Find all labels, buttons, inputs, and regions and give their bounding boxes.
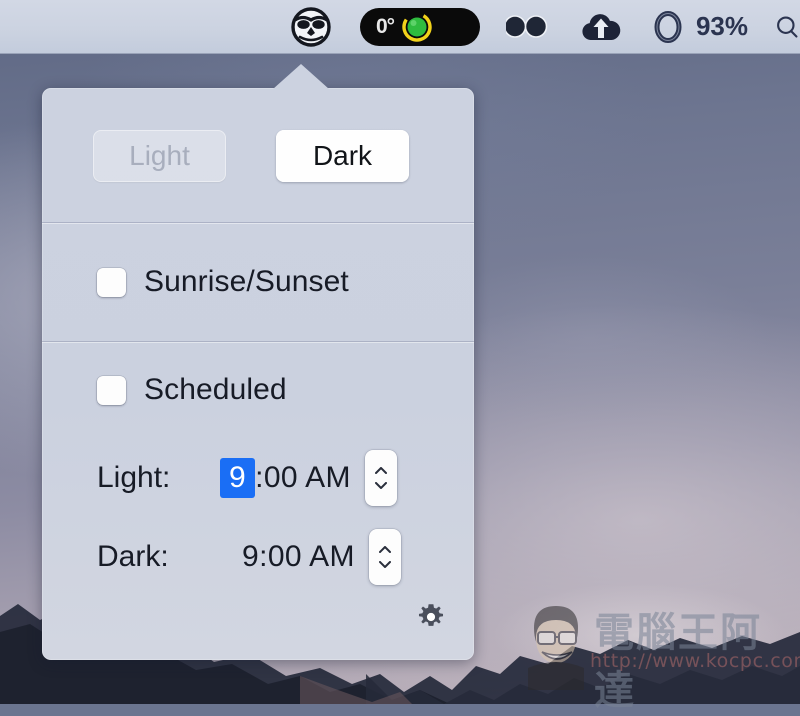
chevron-down-icon[interactable]	[378, 560, 391, 568]
dark-time-field[interactable]: 9:00 AM	[242, 540, 355, 574]
scheduled-label: Scheduled	[144, 373, 287, 406]
chevron-down-icon[interactable]	[374, 481, 387, 489]
menubar-item-creative-cloud[interactable]	[505, 0, 552, 54]
dark-mode-label: Dark	[312, 140, 373, 171]
nightowl-icon	[291, 6, 331, 47]
settings-row	[42, 596, 474, 632]
menubar-item-nightowl[interactable]	[288, 0, 334, 54]
dark-time-value[interactable]: 9:00 AM	[242, 540, 355, 574]
gear-icon[interactable]	[416, 602, 446, 632]
chevron-up-icon[interactable]	[378, 545, 391, 553]
menubar-item-temperature[interactable]: 0°	[359, 0, 480, 54]
temperature-label: 0°	[375, 14, 395, 38]
temperature-pill: 0°	[359, 7, 480, 46]
light-time-field[interactable]: 9:00 AM	[220, 457, 351, 498]
light-time-row: Light: 9:00 AM	[42, 438, 474, 517]
light-mode-label: Light	[129, 140, 190, 171]
light-time-selected-segment[interactable]: 9	[220, 457, 256, 498]
appearance-mode-row: Light Dark	[42, 88, 474, 222]
dark-mode-button[interactable]: Dark	[276, 130, 409, 182]
nightowl-popover: Light Dark Sunrise/Sunset Scheduled Ligh…	[42, 64, 474, 660]
light-time-label: Light:	[97, 460, 171, 494]
chevron-up-icon[interactable]	[374, 466, 387, 474]
popover-arrow	[273, 64, 329, 89]
battery-ring-icon	[654, 10, 682, 43]
scheduled-row[interactable]: Scheduled	[42, 342, 474, 438]
cloud-upload-icon	[582, 13, 621, 40]
macos-menubar: 0° 93%	[0, 0, 800, 54]
light-mode-button[interactable]: Light	[93, 130, 226, 182]
battery-orb-icon	[402, 11, 432, 42]
menubar-item-battery[interactable]: 93%	[650, 0, 748, 54]
light-time-stepper[interactable]	[364, 449, 397, 506]
dark-time-label: Dark:	[97, 539, 169, 573]
menubar-item-cloud-upload[interactable]	[578, 0, 624, 54]
dark-time-row: Dark: 9:00 AM	[42, 517, 474, 596]
sunrise-sunset-label: Sunrise/Sunset	[144, 265, 349, 298]
scheduled-checkbox[interactable]	[97, 375, 126, 405]
menubar-item-spotlight[interactable]	[774, 0, 800, 54]
adobe-creative-cloud-icon	[505, 14, 548, 38]
battery-percent-label: 93%	[695, 11, 748, 41]
light-time-rest[interactable]: :00 AM	[255, 461, 351, 495]
sunrise-sunset-checkbox[interactable]	[97, 267, 126, 297]
spotlight-search-icon	[777, 15, 798, 38]
dark-time-stepper[interactable]	[368, 528, 401, 585]
sunrise-sunset-row[interactable]: Sunrise/Sunset	[42, 223, 474, 341]
